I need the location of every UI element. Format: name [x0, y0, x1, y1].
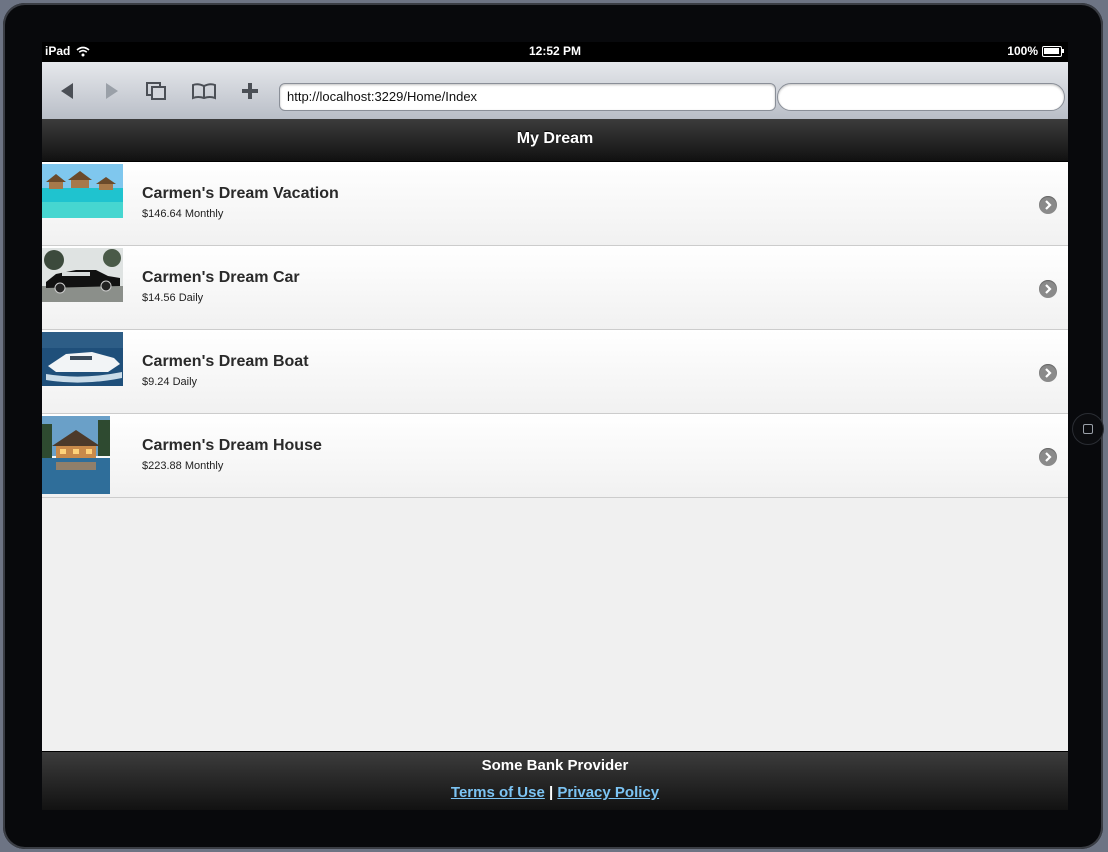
privacy-link[interactable]: Privacy Policy [557, 784, 659, 801]
add-bookmark-icon[interactable] [237, 80, 263, 102]
car-photo [42, 248, 123, 302]
back-icon[interactable] [54, 80, 80, 102]
vacation-photo [42, 164, 123, 218]
clock: 12:52 PM [528, 44, 582, 58]
link-separator: | [548, 784, 554, 801]
chevron-right-icon [1039, 364, 1057, 382]
footer-links: Terms of Use | Privacy Policy [42, 784, 1068, 801]
chevron-right-icon [1039, 196, 1057, 214]
item-title: Carmen's Dream House [142, 437, 322, 454]
forward-icon[interactable] [99, 80, 125, 102]
provider-name: Some Bank Provider [481, 757, 629, 774]
item-title: Carmen's Dream Vacation [142, 185, 339, 202]
search-field[interactable] [777, 83, 1065, 111]
home-button[interactable] [1072, 413, 1104, 445]
status-bar: iPad 12:52 PM 100% [42, 42, 1068, 62]
item-amount: $9.24 Daily [142, 376, 198, 388]
list-item[interactable]: Carmen's Dream Boat $9.24 Daily [42, 330, 1068, 414]
browser-toolbar: http://localhost:3229/Home/Index [42, 62, 1068, 120]
pages-icon[interactable] [143, 80, 169, 102]
battery-percent: 100% [1007, 44, 1038, 58]
boat-photo [42, 332, 123, 386]
battery-icon [1042, 45, 1064, 57]
page-title: My Dream [42, 119, 1068, 162]
chevron-right-icon [1039, 448, 1057, 466]
list-item[interactable]: Carmen's Dream Vacation $146.64 Monthly [42, 162, 1068, 246]
terms-link[interactable]: Terms of Use [451, 784, 545, 801]
footer: Some Bank Provider Terms of Use | Privac… [42, 751, 1068, 810]
list-item[interactable]: Carmen's Dream Car $14.56 Daily [42, 246, 1068, 330]
item-amount: $14.56 Daily [142, 292, 204, 304]
dream-list: Carmen's Dream Vacation $146.64 Monthly … [42, 162, 1068, 498]
item-amount: $223.88 Monthly [142, 460, 224, 472]
home-square-icon [1083, 424, 1093, 434]
screen: iPad 12:52 PM 100% http://localhost:3229… [42, 42, 1068, 810]
item-title: Carmen's Dream Car [142, 269, 300, 286]
address-bar[interactable]: http://localhost:3229/Home/Index [279, 83, 776, 111]
chevron-right-icon [1039, 280, 1057, 298]
item-amount: $146.64 Monthly [142, 208, 224, 220]
bookmarks-icon[interactable] [191, 80, 217, 102]
item-title: Carmen's Dream Boat [142, 353, 309, 370]
list-item[interactable]: Carmen's Dream House $223.88 Monthly [42, 414, 1068, 498]
house-photo [42, 416, 110, 494]
